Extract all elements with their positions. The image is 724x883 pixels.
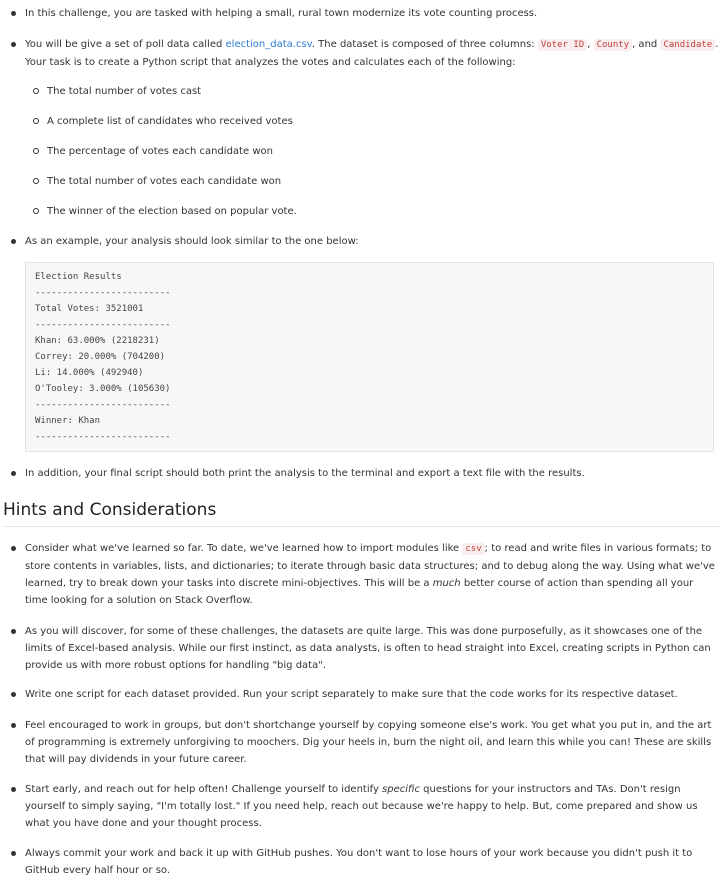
list-item: Consider what we've learned so far. To d… (11, 540, 719, 609)
code-line: ------------------------- (35, 288, 171, 298)
code-line: Li: 14.000% (492940) (35, 368, 144, 378)
sub-list-item: The percentage of votes each candidate w… (33, 143, 273, 160)
list-item: As an example, your analysis should look… (11, 233, 719, 250)
sub-list-item: The total number of votes cast (32, 83, 201, 100)
code-line: Khan: 63.000% (2218231) (35, 336, 160, 346)
item-text: In addition, your final script should bo… (25, 468, 585, 479)
code-line: Total Votes: 3521001 (35, 304, 144, 314)
section-heading-hints: Hints and Considerations (3, 500, 719, 527)
code-line: ------------------------- (35, 432, 171, 442)
sub-list-item: The winner of the election based on popu… (33, 203, 297, 220)
dataset-link[interactable]: election_data.csv (226, 39, 312, 50)
code-line: O'Tooley: 3.000% (105630) (35, 384, 171, 394)
list-item: In addition, your final script should bo… (11, 465, 719, 482)
list-item: Write one script for each dataset provid… (11, 686, 719, 703)
list-item: In this challenge, you are tasked with h… (11, 5, 719, 22)
item-text: As an example, your analysis should look… (25, 236, 359, 247)
list-item: You will be give a set of poll data call… (11, 36, 719, 71)
item-text: In this challenge, you are tasked with h… (25, 8, 538, 19)
sub-list-item: The total number of votes each candidate… (32, 173, 281, 190)
list-item: Start early, and reach out for help ofte… (11, 781, 719, 832)
code-line: Winner: Khan (35, 416, 101, 426)
code-line: Correy: 20.000% (704200) (35, 352, 166, 362)
list-item: As you will discover, for some of these … (11, 623, 719, 674)
code-line: ------------------------- (35, 400, 171, 410)
sub-list-item: A complete list of candidates who receiv… (33, 113, 293, 130)
list-item: Always commit your work and back it up w… (11, 845, 719, 879)
list-item: Feel encouraged to work in groups, but d… (11, 717, 719, 768)
code-line: ------------------------- (35, 320, 171, 330)
inline-code-candidate: Candidate (660, 39, 716, 51)
inline-code-county: County (593, 39, 633, 51)
item-text: . The dataset is composed of three colum… (311, 39, 538, 50)
code-line: Election Results (35, 272, 122, 282)
inline-code-voter-id: Voter ID (537, 39, 588, 51)
inline-code-csv: csv (462, 543, 485, 555)
code-block-example-output: Election Results -----------------------… (25, 262, 714, 452)
item-text: You will be give a set of poll data call… (25, 39, 226, 50)
